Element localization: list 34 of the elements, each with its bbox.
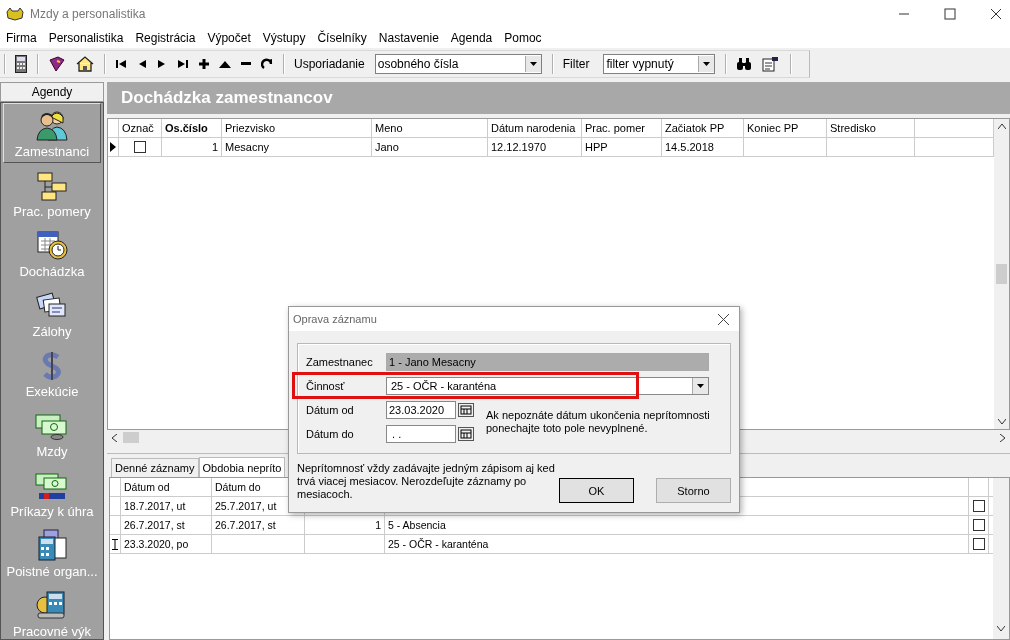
field-label: Dátum do (306, 428, 355, 440)
table-cell: Mesacny (225, 141, 270, 153)
hint-text: Ak nepoznáte dátum ukončenia neprítomnosti ponechajte toto pole nevyplnené. (486, 409, 711, 435)
employee-field: 1 - Jano Mesacny (386, 353, 709, 371)
table-cell: 1 (211, 141, 218, 153)
sidebar-item-label: Zálohy (32, 324, 72, 339)
field-label: Dátum od (306, 404, 355, 416)
sidebar-item-label: Príkazy k úhra (10, 504, 94, 519)
sidebar-item-label: Pracovné výk (12, 624, 91, 639)
table-cell: 26.7.2017, st (124, 519, 185, 531)
filter-label: Filter (562, 57, 590, 71)
sort-label: Usporiadanie (294, 57, 365, 71)
table-cell: 5 - Absencia (388, 519, 446, 531)
page-title: Dochádzka zamestnancov (121, 88, 333, 108)
sidebar-item-label: Dochádzka (19, 264, 85, 279)
dialog-title: Oprava záznamu (293, 313, 377, 325)
table-cell: 1 (375, 519, 381, 531)
table-cell: 23.3.2020, po (124, 538, 189, 550)
sidebar-item-label: Prac. pomery (13, 204, 91, 219)
sidebar-item-label: Exekúcie (25, 384, 79, 399)
sidebar-item-label: Zamestnanci (14, 144, 90, 159)
field-label: Zamestnanec (306, 356, 374, 368)
window-title: Mzdy a personalistika (30, 7, 146, 21)
sidebar-item-label: Mzdy (36, 444, 68, 459)
table-cell: 25.7.2017, ut (215, 500, 277, 512)
table-cell: 25 - OČR - karanténa (388, 538, 489, 550)
table-cell: 26.7.2017, st (215, 519, 276, 531)
table-cell: 18.7.2017, ut (124, 500, 186, 512)
table-cell: 14.5.2018 (665, 141, 714, 153)
table-cell: Jano (375, 141, 399, 153)
sidebar-item-label: Poistné organ... (6, 564, 98, 579)
table-cell: HPP (585, 141, 608, 153)
table-cell: 12.12.1970 (491, 141, 547, 153)
field-label: Činnosť (306, 380, 346, 392)
